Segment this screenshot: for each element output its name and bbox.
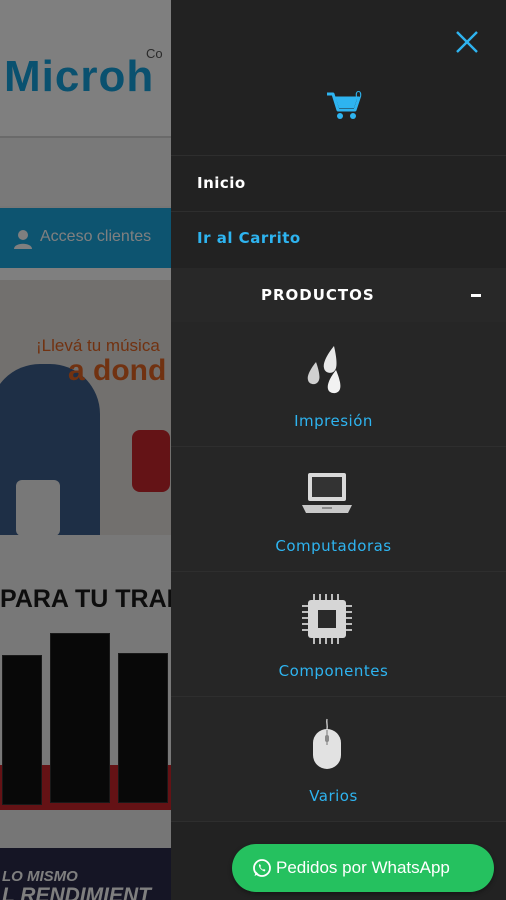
category-componentes[interactable]: Componentes	[171, 572, 506, 697]
category-varios[interactable]: Varios	[171, 697, 506, 822]
divider	[171, 155, 506, 156]
whatsapp-label: Pedidos por WhatsApp	[276, 858, 450, 877]
menu-item-inicio[interactable]: Inicio	[197, 174, 246, 192]
collapse-minus-icon	[471, 294, 481, 297]
whatsapp-orders-button[interactable]: Pedidos por WhatsApp	[232, 844, 494, 892]
category-label: Impresión	[294, 412, 373, 430]
mouse-icon	[313, 718, 341, 769]
products-label: PRODUCTOS	[261, 286, 375, 304]
whatsapp-icon	[253, 859, 271, 877]
nav-drawer: 0 Inicio Ir al Carrito PRODUCTOS Impresi…	[171, 0, 506, 900]
menu-item-cart[interactable]: Ir al Carrito	[197, 229, 301, 247]
category-label: Varios	[309, 787, 358, 805]
category-label: Computadoras	[275, 537, 392, 555]
divider	[171, 821, 506, 822]
divider	[171, 211, 506, 212]
products-section-toggle[interactable]: PRODUCTOS	[171, 268, 506, 322]
laptop-icon	[302, 473, 352, 513]
chip-icon	[302, 594, 352, 644]
ink-drops-icon	[307, 346, 341, 394]
category-label: Componentes	[278, 662, 389, 680]
category-impresion[interactable]: Impresión	[171, 322, 506, 447]
category-computadoras[interactable]: Computadoras	[171, 447, 506, 572]
close-icon[interactable]	[453, 28, 481, 56]
cart-count-badge: 0	[355, 89, 362, 102]
